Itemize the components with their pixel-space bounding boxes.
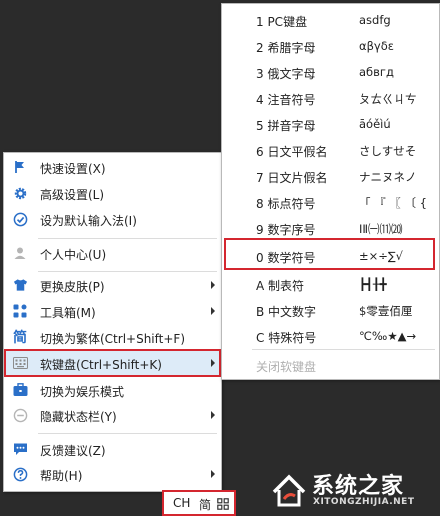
menu-item-label: 切换为繁体(Ctrl+Shift+F) <box>40 332 186 346</box>
menu-item-advanced-settings[interactable]: 高级设置(L) <box>4 181 221 205</box>
keyboard-item-label: 1 PC键盘 <box>256 15 308 29</box>
menu-item-quick-settings[interactable]: 快速设置(X) <box>4 155 221 179</box>
keyboard-item-russian[interactable]: 3 俄文字母 абвгд <box>222 58 439 84</box>
menu-item-label: 隐藏状态栏(Y) <box>40 410 117 424</box>
keyboard-item-sample: ㄆㄊㄍㄐㄘ <box>359 92 417 106</box>
menu-item-hide-status-bar[interactable]: 隐藏状态栏(Y) <box>4 403 221 427</box>
keyboard-item-label: A 制表符 <box>256 279 305 293</box>
menu-separator <box>252 349 435 350</box>
menu-item-feedback[interactable]: 反馈建议(Z) <box>4 437 221 461</box>
keyboard-item-sample: さしすせそ <box>359 144 417 158</box>
watermark-url: XITONGZHIJIA.NET <box>313 497 415 507</box>
keyboard-item-sample: asdfg <box>359 13 391 27</box>
keyboard-item-label: 2 希腊字母 <box>256 41 316 55</box>
menu-item-label: 设为默认输入法(I) <box>40 214 137 228</box>
keyboard-item-chinese-numerals[interactable]: B 中文数字 $零壹佰厘 <box>222 296 439 322</box>
menu-item-toolbox[interactable]: 工具箱(M) <box>4 299 221 323</box>
menu-item-label: 快速设置(X) <box>40 162 106 176</box>
menu-item-help[interactable]: 帮助(H) <box>4 462 221 486</box>
keyboard-item-punctuation[interactable]: 8 标点符号 「 『 〖 〔 { <box>222 188 439 214</box>
keyboard-item-pc[interactable]: 1 PC键盘 asdfg <box>222 6 439 32</box>
keyboard-item-label: 0 数学符号 <box>256 251 316 265</box>
ime-variant-label[interactable]: 简 <box>199 496 211 513</box>
submenu-arrow-icon <box>211 470 215 478</box>
keyboard-item-close[interactable]: 关闭软键盘 <box>222 351 439 377</box>
menu-separator <box>38 433 217 434</box>
menu-item-soft-keyboard[interactable]: 软键盘(Ctrl+Shift+K) <box>4 351 221 375</box>
minus-circle-icon <box>12 407 28 423</box>
ime-context-menu: 快速设置(X) 高级设置(L) 设为默认输入法(I) 个人中心(U) 更换皮肤(… <box>3 152 222 492</box>
gear-icon <box>12 185 28 201</box>
keyboard-item-sample: ℃‰★▲→ <box>359 329 417 343</box>
keyboard-icon <box>12 355 28 371</box>
submenu-arrow-icon <box>211 359 215 367</box>
check-circle-icon <box>12 211 28 227</box>
keyboard-item-sample: абвгд <box>359 65 394 79</box>
menu-item-label: 切换为娱乐模式 <box>40 385 125 399</box>
grid-icon[interactable] <box>217 498 229 513</box>
menu-item-label: 个人中心(U) <box>40 248 107 262</box>
menu-item-label: 工具箱(M) <box>40 306 96 320</box>
ime-status-bar[interactable]: CH 简 <box>162 490 236 516</box>
keyboard-item-label: C 特殊符号 <box>256 331 317 345</box>
briefcase-icon <box>12 382 28 398</box>
keyboard-item-label: 4 注音符号 <box>256 93 316 107</box>
keyboard-item-label: 3 俄文字母 <box>256 67 316 81</box>
watermark-title: 系统之家 <box>312 474 405 499</box>
keyboard-item-sample: ±×÷∑√ <box>359 249 403 263</box>
ime-mode-label[interactable]: CH <box>173 496 190 510</box>
menu-separator <box>38 238 217 239</box>
menu-item-label: 帮助(H) <box>40 469 83 483</box>
flag-icon <box>12 159 28 175</box>
submenu-arrow-icon <box>211 411 215 419</box>
chat-bubble-icon <box>12 441 28 457</box>
soft-keyboard-submenu: 1 PC键盘 asdfg 2 希腊字母 αβγδε 3 俄文字母 абвгд 4… <box>221 3 440 380</box>
user-icon <box>12 245 28 261</box>
keyboard-item-sample: ナニヌネノ <box>359 170 417 184</box>
menu-item-label: 更换皮肤(P) <box>40 280 105 294</box>
keyboard-item-table-symbols[interactable]: A 制表符 ┣┫╂╋ <box>222 270 439 296</box>
keyboard-item-special-symbols[interactable]: C 特殊符号 ℃‰★▲→ <box>222 322 439 348</box>
menu-item-change-skin[interactable]: 更换皮肤(P) <box>4 273 221 297</box>
keyboard-item-sample: αβγδε <box>359 39 394 53</box>
keyboard-item-greek[interactable]: 2 希腊字母 αβγδε <box>222 32 439 58</box>
submenu-arrow-icon <box>211 307 215 315</box>
keyboard-item-label: 6 日文平假名 <box>256 145 328 159</box>
keyboard-item-number-sequence[interactable]: 9 数字序号 ⅠⅡ㈠⑾⒇ <box>222 214 439 240</box>
keyboard-item-hiragana[interactable]: 6 日文平假名 さしすせそ <box>222 136 439 162</box>
keyboard-item-label: B 中文数字 <box>256 305 317 319</box>
menu-item-label: 软键盘(Ctrl+Shift+K) <box>40 358 162 372</box>
keyboard-item-label: 关闭软键盘 <box>256 360 317 374</box>
keyboard-item-sample: āóěìú <box>359 117 391 131</box>
keyboard-item-label: 8 标点符号 <box>256 197 316 211</box>
menu-item-label: 高级设置(L) <box>40 188 105 202</box>
menu-item-switch-traditional[interactable]: 简 切换为繁体(Ctrl+Shift+F) <box>4 325 221 349</box>
keyboard-item-sample: 「 『 〖 〔 { <box>359 196 427 210</box>
keyboard-item-label: 7 日文片假名 <box>256 171 328 185</box>
menu-item-entertainment-mode[interactable]: 切换为娱乐模式 <box>4 378 221 402</box>
menu-item-set-default-ime[interactable]: 设为默认输入法(I) <box>4 207 221 231</box>
keyboard-item-sample: ⅠⅡ㈠⑾⒇ <box>359 222 403 236</box>
keyboard-item-math-symbols[interactable]: 0 数学符号 ±×÷∑√ <box>222 242 439 268</box>
keyboard-item-label: 9 数字序号 <box>256 223 316 237</box>
apps-grid-icon <box>12 303 28 319</box>
house-logo-icon <box>270 472 308 511</box>
keyboard-item-katakana[interactable]: 7 日文片假名 ナニヌネノ <box>222 162 439 188</box>
menu-item-label: 反馈建议(Z) <box>40 444 106 458</box>
keyboard-item-pinyin[interactable]: 5 拼音字母 āóěìú <box>222 110 439 136</box>
keyboard-item-zhuyin[interactable]: 4 注音符号 ㄆㄊㄍㄐㄘ <box>222 84 439 110</box>
menu-item-personal-center[interactable]: 个人中心(U) <box>4 241 221 265</box>
question-circle-icon <box>12 466 28 482</box>
menu-separator <box>38 271 217 272</box>
keyboard-item-sample: $零壹佰厘 <box>359 304 413 318</box>
site-watermark: 系统之家 XITONGZHIJIA.NET <box>268 466 440 512</box>
submenu-arrow-icon <box>211 281 215 289</box>
jian-char-icon: 简 <box>13 330 27 346</box>
keyboard-item-sample: ┣┫╂╋ <box>359 277 387 291</box>
keyboard-item-label: 5 拼音字母 <box>256 119 316 133</box>
shirt-icon <box>12 277 28 293</box>
